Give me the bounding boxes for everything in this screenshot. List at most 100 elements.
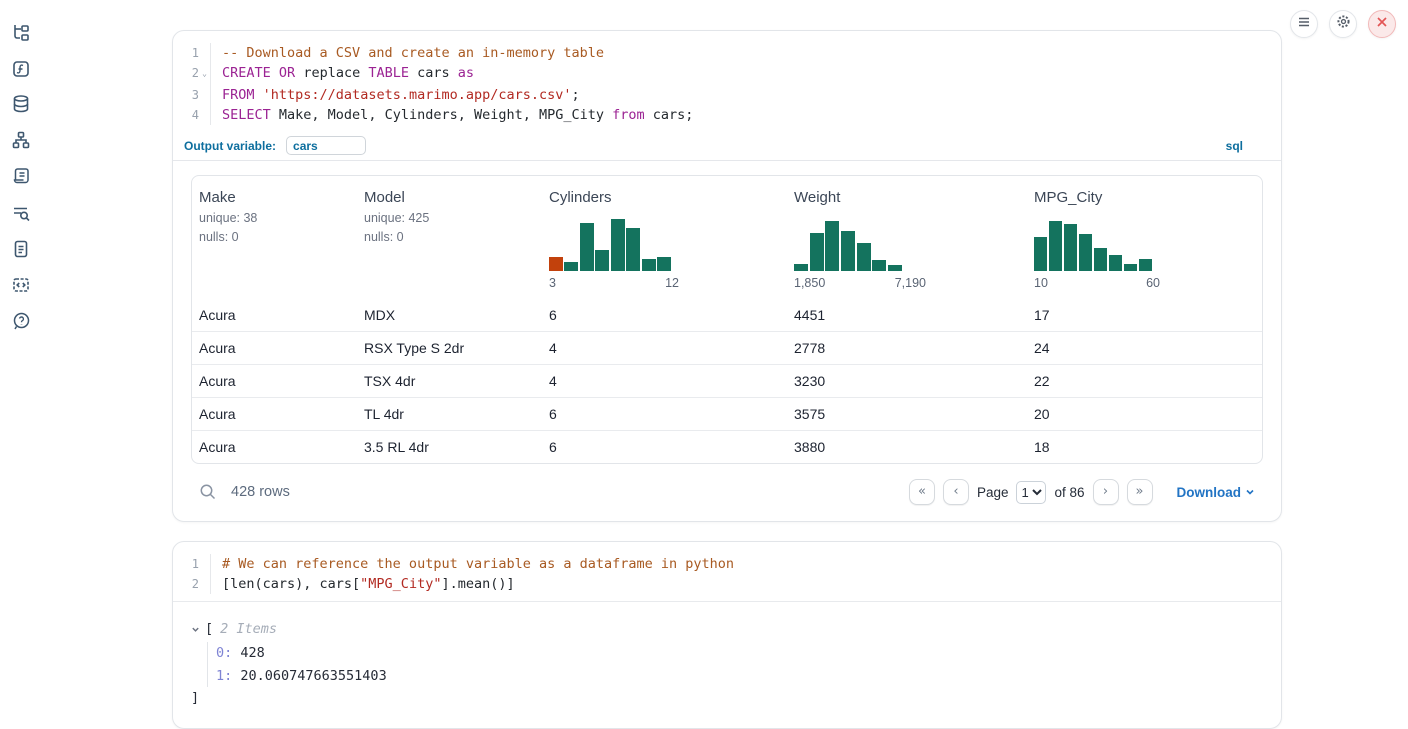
datasources-icon[interactable] bbox=[11, 94, 31, 114]
table-cell: 18 bbox=[1027, 439, 1262, 455]
column-stat: unique: 38 bbox=[199, 211, 349, 225]
histogram-bar bbox=[888, 265, 902, 271]
dependency-graph-icon[interactable] bbox=[11, 130, 31, 150]
hamburger-icon bbox=[1297, 15, 1311, 34]
table-cell: Acura bbox=[192, 406, 357, 422]
table-row[interactable]: AcuraMDX6445117 bbox=[192, 298, 1262, 331]
tree-entry-key: 0: bbox=[216, 645, 232, 661]
notebook-actions bbox=[1290, 10, 1396, 38]
histogram-min-label: 1,850 bbox=[794, 276, 825, 290]
help-icon[interactable] bbox=[11, 311, 31, 331]
table-cell: 6 bbox=[542, 406, 787, 422]
first-page-button[interactable]: « bbox=[909, 479, 935, 505]
column-title: Cylinders bbox=[549, 189, 779, 206]
pagination: « ‹ Page 1 of 86 › » Download bbox=[909, 479, 1255, 505]
tree-entry: 0: 428 bbox=[216, 642, 1263, 665]
snippets-icon[interactable] bbox=[11, 275, 31, 295]
open-bracket: [ bbox=[205, 619, 213, 639]
column-histogram: 1,8507,190 bbox=[794, 219, 1019, 290]
table-cell: 22 bbox=[1027, 373, 1262, 389]
table-cell: 20 bbox=[1027, 406, 1262, 422]
file-tree-icon[interactable] bbox=[11, 23, 31, 43]
shutdown-button[interactable] bbox=[1368, 10, 1396, 38]
collapse-chevron-icon[interactable] bbox=[191, 625, 205, 634]
table-row[interactable]: AcuraRSX Type S 2dr4277824 bbox=[192, 331, 1262, 364]
items-count-label: 2 Items bbox=[220, 619, 277, 639]
table-row[interactable]: Acura3.5 RL 4dr6388018 bbox=[192, 430, 1262, 463]
table-cell: 3230 bbox=[787, 373, 1027, 389]
histogram-bar bbox=[626, 228, 640, 271]
sql-output-area: Makeunique: 38nulls: 0Modelunique: 425nu… bbox=[173, 161, 1281, 521]
prev-page-button[interactable]: ‹ bbox=[943, 479, 969, 505]
histogram-bar bbox=[1109, 255, 1122, 271]
fold-chevron-icon[interactable]: ⌄ bbox=[199, 63, 210, 85]
histogram-bar bbox=[1094, 248, 1107, 271]
table-cell: Acura bbox=[192, 373, 357, 389]
python-code-editor[interactable]: 1# We can reference the output variable … bbox=[173, 542, 1281, 601]
documentation-icon[interactable] bbox=[11, 239, 31, 259]
column-title: Weight bbox=[794, 189, 1019, 206]
table-body: AcuraMDX6445117AcuraRSX Type S 2dr427782… bbox=[192, 298, 1262, 463]
table-cell: 6 bbox=[542, 439, 787, 455]
line-number: 1 bbox=[173, 554, 199, 574]
logs-icon[interactable] bbox=[11, 203, 31, 223]
table-cell: TL 4dr bbox=[357, 406, 542, 422]
page-select[interactable]: 1 bbox=[1016, 481, 1046, 504]
last-page-button[interactable]: » bbox=[1127, 479, 1153, 505]
code-content: CREATE OR replace TABLE cars as bbox=[210, 63, 474, 85]
tree-entry: 1: 20.060747663551403 bbox=[216, 665, 1263, 688]
code-content: [len(cars), cars["MPG_City"].mean()] bbox=[210, 574, 515, 594]
histogram-bar bbox=[657, 257, 671, 271]
sql-code-editor[interactable]: 1-- Download a CSV and create an in-memo… bbox=[173, 31, 1281, 132]
output-variable-label: Output variable: bbox=[184, 139, 276, 153]
column-title: MPG_City bbox=[1034, 189, 1254, 206]
column-header-cylinders[interactable]: Cylinders 312 bbox=[542, 176, 787, 298]
sql-cell-footer: Output variable: sql bbox=[173, 132, 1281, 161]
line-number: 4 bbox=[173, 105, 199, 125]
table-row[interactable]: AcuraTSX 4dr4323022 bbox=[192, 364, 1262, 397]
sql-cell: 1-- Download a CSV and create an in-memo… bbox=[172, 30, 1282, 522]
histogram-max-label: 60 bbox=[1146, 276, 1160, 290]
settings-button[interactable] bbox=[1329, 10, 1357, 38]
table-cell: RSX Type S 2dr bbox=[357, 340, 542, 356]
fold-gutter bbox=[199, 43, 210, 63]
table-row[interactable]: AcuraTL 4dr6357520 bbox=[192, 397, 1262, 430]
histogram-bar bbox=[564, 262, 578, 271]
table-header-row: Makeunique: 38nulls: 0Modelunique: 425nu… bbox=[192, 176, 1262, 298]
table-cell: Acura bbox=[192, 307, 357, 323]
search-icon[interactable] bbox=[199, 483, 217, 501]
histogram-bar bbox=[841, 231, 855, 271]
gear-icon bbox=[1336, 14, 1351, 34]
histogram-bar bbox=[857, 243, 871, 271]
table-cell: 4451 bbox=[787, 307, 1027, 323]
fold-gutter bbox=[199, 85, 210, 105]
output-variable-input[interactable] bbox=[286, 136, 366, 155]
language-badge[interactable]: sql bbox=[1226, 139, 1243, 153]
page-label: Page bbox=[977, 485, 1009, 500]
table-cell: Acura bbox=[192, 340, 357, 356]
output-tree: [ 2 Items 0: 4281: 20.060747663551403 ] bbox=[173, 602, 1281, 728]
table-cell: 3880 bbox=[787, 439, 1027, 455]
fold-gutter bbox=[199, 574, 210, 594]
column-header-weight[interactable]: Weight 1,8507,190 bbox=[787, 176, 1027, 298]
line-number: 3 bbox=[173, 85, 199, 105]
code-line: 3FROM 'https://datasets.marimo.app/cars.… bbox=[173, 85, 1281, 105]
table-cell: 3575 bbox=[787, 406, 1027, 422]
next-page-button[interactable]: › bbox=[1093, 479, 1119, 505]
menu-button[interactable] bbox=[1290, 10, 1318, 38]
download-button[interactable]: Download bbox=[1177, 485, 1256, 500]
table-cell: Acura bbox=[192, 439, 357, 455]
column-histogram: 312 bbox=[549, 219, 779, 290]
functions-icon[interactable] bbox=[11, 59, 31, 79]
table-cell: MDX bbox=[357, 307, 542, 323]
scratchpad-icon[interactable] bbox=[11, 166, 31, 186]
table-footer: 428 rows « ‹ Page 1 of 86 › » Download bbox=[191, 473, 1263, 509]
histogram-bar bbox=[1034, 237, 1047, 271]
column-header-make[interactable]: Makeunique: 38nulls: 0 bbox=[192, 176, 357, 298]
column-header-model[interactable]: Modelunique: 425nulls: 0 bbox=[357, 176, 542, 298]
histogram-bar bbox=[1139, 259, 1152, 271]
histogram-bar bbox=[1124, 264, 1137, 271]
close-bracket: ] bbox=[191, 688, 1263, 708]
histogram-bar bbox=[611, 219, 625, 271]
column-header-mpg_city[interactable]: MPG_City1060 bbox=[1027, 176, 1262, 298]
